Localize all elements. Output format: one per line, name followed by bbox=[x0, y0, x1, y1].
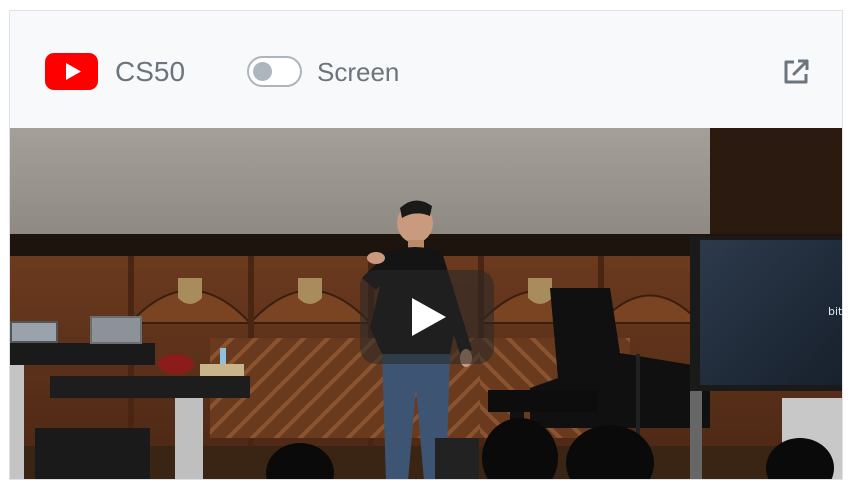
video-player[interactable]: bit bbox=[10, 128, 843, 479]
youtube-logo-icon[interactable] bbox=[45, 53, 98, 90]
external-link-icon[interactable] bbox=[781, 57, 811, 87]
video-embed-card: CS50 Screen bit bbox=[9, 10, 843, 480]
monitor-screen-text: bit bbox=[828, 305, 843, 318]
play-icon[interactable] bbox=[360, 270, 494, 364]
screen-toggle-label[interactable]: Screen bbox=[317, 57, 399, 87]
embed-header: CS50 Screen bbox=[10, 11, 842, 128]
screen-toggle[interactable] bbox=[247, 56, 302, 87]
toggle-knob bbox=[253, 62, 272, 81]
channel-name[interactable]: CS50 bbox=[115, 56, 185, 88]
